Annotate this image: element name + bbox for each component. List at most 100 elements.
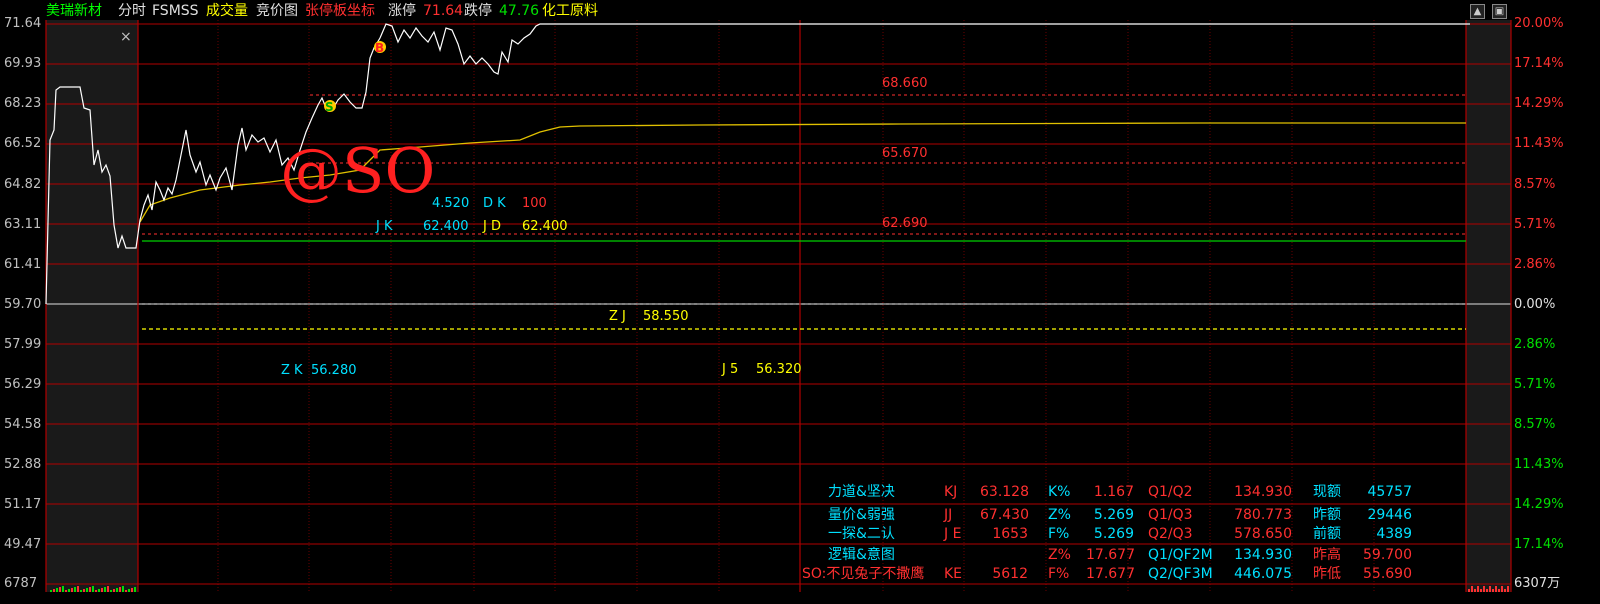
volume-bar	[131, 588, 133, 592]
right-axis-tick: 5.71%	[1514, 217, 1556, 232]
jd-label: J D	[483, 219, 501, 234]
dk-prefix: 4.520	[432, 196, 470, 211]
zk-value: 56.280	[311, 363, 357, 378]
stat-value4: 55.690	[1363, 566, 1412, 582]
left-axis-tick: 64.82	[4, 177, 42, 192]
volume-bar	[77, 586, 79, 592]
dk-label: D K	[483, 196, 506, 211]
stat-value2: 17.677	[1086, 547, 1135, 563]
stat-key4: 现额	[1313, 484, 1341, 500]
j5-value: 56.320	[756, 362, 802, 377]
j5-label: J 5	[722, 362, 739, 377]
volume-bar	[1480, 589, 1482, 592]
left-axis-tick: 56.29	[4, 377, 42, 392]
stat-key4: 昨高	[1313, 547, 1341, 563]
stat-title: SO:不见兔子不撒鹰	[802, 566, 925, 582]
post-market-band	[1466, 20, 1511, 592]
stat-key: KE	[944, 566, 963, 582]
volume-bar	[68, 589, 70, 592]
volume-bar	[1498, 589, 1500, 592]
left-axis-tick: 61.41	[4, 257, 42, 272]
left-axis-tick: 71.64	[4, 16, 42, 31]
stat-key3: Q1/Q3	[1148, 507, 1193, 523]
right-axis-tick: 20.00%	[1514, 16, 1564, 31]
volume-bar	[71, 588, 73, 592]
volume-bar	[62, 586, 64, 592]
volume-bar	[1471, 586, 1473, 592]
volume-bar	[59, 587, 61, 592]
volume-bar	[101, 588, 103, 592]
stat-key2: Z%	[1048, 547, 1071, 563]
right-axis-tick: 17.14%	[1514, 56, 1564, 71]
volume-bar	[1492, 589, 1494, 592]
volume-bars	[50, 586, 1509, 592]
stat-key4: 昨低	[1313, 566, 1341, 582]
stat-key: J E	[944, 526, 962, 542]
stat-value: 67.430	[980, 507, 1029, 523]
zj-value: 58.550	[643, 309, 689, 324]
stat-key: KJ	[944, 484, 958, 500]
volume-bar	[53, 589, 55, 592]
right-axis-tick: 11.43%	[1514, 457, 1564, 472]
stat-title: 逻辑&意图	[828, 547, 895, 563]
volume-bar	[92, 586, 94, 592]
volume-bar	[50, 590, 52, 592]
left-axis-tick: 59.70	[4, 297, 42, 312]
volume-bar	[122, 586, 124, 592]
right-axis-tick: 11.43%	[1514, 136, 1564, 151]
right-axis-tick: 17.14%	[1514, 537, 1564, 552]
price-line	[45, 23, 1470, 305]
jk-label: J K	[376, 219, 393, 234]
level-label-62690: 62.690	[882, 216, 928, 231]
stat-value3: 134.930	[1234, 484, 1292, 500]
stat-value4: 29446	[1367, 507, 1412, 523]
stat-key4: 昨额	[1313, 507, 1341, 523]
level-label-68660: 68.660	[882, 76, 928, 91]
jk-value: 62.400	[423, 219, 469, 234]
left-axis-tick: 51.17	[4, 497, 42, 512]
left-axis-tick: 49.47	[4, 537, 42, 552]
stat-value2: 5.269	[1093, 526, 1134, 542]
stat-key2: K%	[1048, 484, 1071, 500]
buy-marker-label: S	[325, 100, 334, 114]
right-axis-tick: 0.00%	[1514, 297, 1556, 312]
stat-value4: 59.700	[1363, 547, 1412, 563]
volume-bar	[1504, 589, 1506, 592]
level-label-65670: 65.670	[882, 146, 928, 161]
left-axis-tick: 57.99	[4, 337, 42, 352]
volume-bar	[134, 587, 136, 592]
volume-bar	[83, 589, 85, 592]
right-axis-tick: 5.71%	[1514, 377, 1556, 392]
volume-bar	[1483, 586, 1485, 592]
volume-bar	[128, 589, 130, 592]
stat-value2: 17.677	[1086, 566, 1135, 582]
right-axis-tick: 2.86%	[1514, 337, 1556, 352]
stat-value2: 5.269	[1093, 507, 1134, 523]
stat-value: 63.128	[980, 484, 1029, 500]
right-axis-tick: 8.57%	[1514, 177, 1556, 192]
right-axis-tick: 2.86%	[1514, 257, 1556, 272]
right-axis-tick: 14.29%	[1514, 497, 1564, 512]
close-icon[interactable]: ×	[120, 30, 132, 44]
stat-key3: Q2/QF3M	[1148, 566, 1213, 582]
left-axis-tick: 54.58	[4, 417, 42, 432]
left-axis-tick: 63.11	[4, 217, 42, 232]
dk-value: 100	[522, 196, 547, 211]
volume-bar	[125, 590, 127, 592]
stat-key: JJ	[944, 507, 953, 523]
pre-market-band	[46, 20, 138, 592]
volume-bar	[1507, 586, 1509, 592]
stat-value3: 780.773	[1234, 507, 1292, 523]
volume-bar	[74, 587, 76, 592]
intraday-chart[interactable]: S B	[0, 0, 1600, 604]
stat-title: 量价&弱强	[828, 507, 895, 523]
left-axis-tick: 68.23	[4, 96, 42, 111]
stat-key3: Q1/QF2M	[1148, 547, 1213, 563]
volume-bar	[104, 587, 106, 592]
stat-value4: 4389	[1376, 526, 1412, 542]
volume-bar	[1477, 586, 1479, 592]
volume-bar	[1495, 586, 1497, 592]
volume-bar	[113, 589, 115, 592]
stat-title: 一探&二认	[828, 526, 895, 542]
stat-key2: F%	[1048, 526, 1070, 542]
